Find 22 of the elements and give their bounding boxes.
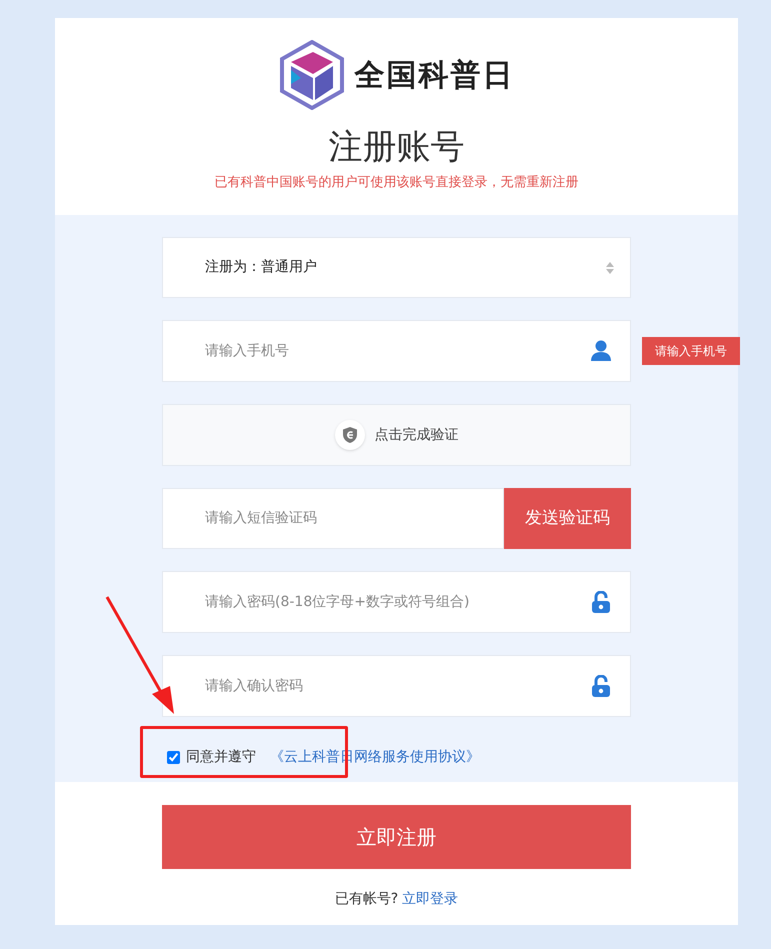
password-input-field[interactable]: 请输入密码(8-18位字母+数字或符号组合) [162,571,631,633]
agree-label: 同意并遵守 [186,748,256,767]
phone-input-field[interactable]: 请输入手机号 [162,320,631,382]
agree-checkbox[interactable] [167,751,180,764]
person-icon [591,340,611,362]
logo-text: 全国科普日 [354,56,514,94]
send-code-button[interactable]: 发送验证码 [504,488,631,549]
page-title: 注册账号 [328,126,464,168]
captcha-verify-button[interactable]: 点击完成验证 [162,404,631,466]
sms-code-input-field[interactable]: 请输入短信验证码 [162,488,504,549]
account-type-select[interactable]: 注册为：普通用户 [162,237,631,298]
password-input-field[interactable]: 请输入确认密码 [162,655,631,717]
register-button[interactable]: 立即注册 [162,805,631,869]
shield-icon [334,420,364,450]
cube-logo-icon [278,40,344,110]
login-prompt: 已有帐号? [334,890,398,909]
error-tooltip: 请输入手机号 [642,337,740,366]
notice-text: 已有科普中国账号的用户可使用该账号直接登录，无需重新注册 [214,174,578,192]
login-link[interactable]: 立即登录 [402,889,458,910]
sort-caret-icon [606,262,614,274]
unlocked-padlock-icon [591,591,611,613]
unlocked-padlock-icon [591,675,611,697]
